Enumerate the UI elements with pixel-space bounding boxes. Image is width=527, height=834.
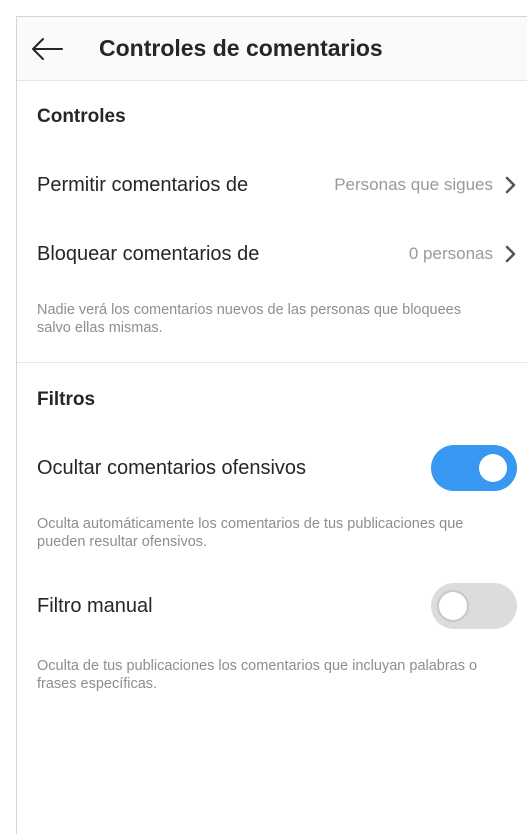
section-divider	[17, 362, 527, 363]
toggle-knob	[479, 454, 507, 482]
block-comments-note: Nadie verá los comentarios nuevos de las…	[37, 302, 461, 336]
offensive-filter-note: Oculta automáticamente los comentarios d…	[37, 516, 464, 550]
block-comments-value: 0 personas	[408, 244, 493, 263]
manual-filter-row: Filtro manual	[37, 583, 517, 629]
manual-filter-label: Filtro manual	[37, 594, 153, 617]
toggle-knob	[439, 592, 467, 620]
manual-filter-note: Oculta de tus publicaciones los comentar…	[37, 658, 478, 692]
allow-comments-row[interactable]: Permitir comentarios de Personas que sig…	[37, 157, 517, 213]
offensive-filter-row: Ocultar comentarios ofensivos	[37, 445, 517, 491]
offensive-filter-toggle[interactable]	[431, 445, 517, 491]
block-comments-row[interactable]: Bloquear comentarios de 0 personas	[37, 239, 517, 269]
chevron-right-icon	[505, 176, 516, 194]
settings-screen: Controles de comentarios Controles Permi…	[16, 16, 527, 834]
back-button[interactable]	[30, 35, 72, 63]
section-title-controls: Controles	[37, 106, 126, 127]
arrow-left-icon	[32, 37, 63, 60]
page-title: Controles de comentarios	[99, 35, 383, 61]
allow-comments-value: Personas que sigues	[334, 175, 493, 194]
chevron-right-icon	[505, 245, 516, 263]
allow-comments-label: Permitir comentarios de	[37, 173, 249, 196]
top-bar: Controles de comentarios	[17, 17, 527, 81]
manual-filter-toggle[interactable]	[431, 583, 517, 629]
block-comments-label: Bloquear comentarios de	[37, 242, 260, 265]
offensive-filter-label: Ocultar comentarios ofensivos	[37, 456, 307, 479]
section-title-filters: Filtros	[37, 389, 96, 410]
